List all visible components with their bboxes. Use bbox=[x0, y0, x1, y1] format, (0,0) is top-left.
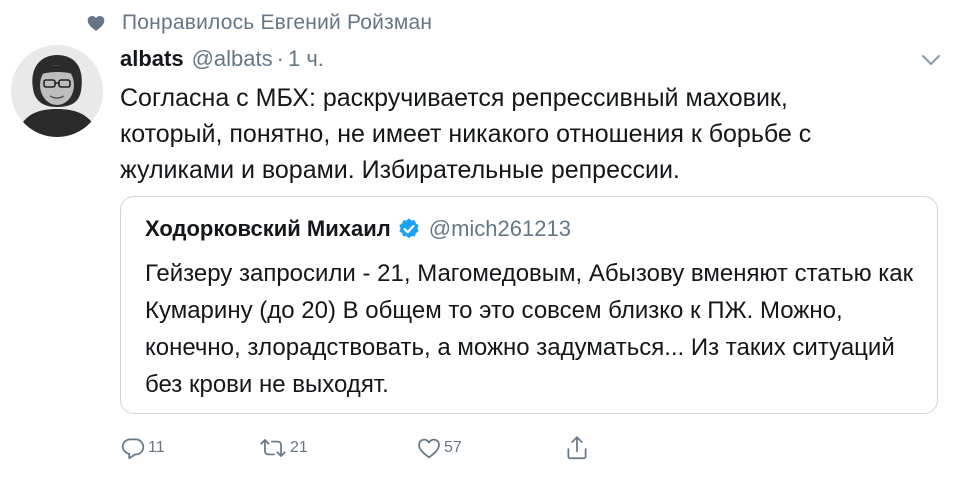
quote-header: Ходорковский Михаил @mich261213 bbox=[145, 213, 571, 245]
social-context: Понравилось Евгений Ройзман bbox=[86, 10, 432, 36]
verified-badge-icon bbox=[397, 217, 421, 241]
author-handle[interactable]: @albats bbox=[192, 46, 273, 72]
retweet-button[interactable]: 21 bbox=[258, 432, 308, 464]
retweet-count: 21 bbox=[290, 439, 308, 456]
separator-dot: · bbox=[276, 46, 284, 71]
like-count: 57 bbox=[444, 439, 462, 456]
reply-count: 11 bbox=[148, 439, 165, 456]
action-bar: 11 21 57 bbox=[120, 432, 620, 464]
quoted-tweet[interactable]: Ходорковский Михаил @mich261213 Гейзеру … bbox=[120, 196, 938, 414]
like-button[interactable]: 57 bbox=[416, 432, 462, 464]
heart-outline-icon bbox=[416, 435, 442, 461]
share-button[interactable] bbox=[564, 432, 590, 464]
quote-author-handle: @mich261213 bbox=[428, 216, 571, 241]
tweet-header: albats @albats · 1 ч. bbox=[120, 44, 324, 74]
quote-author-name: Ходорковский Михаил bbox=[145, 216, 391, 241]
author-name[interactable]: albats bbox=[120, 46, 184, 72]
quote-text: Гейзеру запросили - 21, Магомедовым, Абы… bbox=[145, 260, 914, 398]
avatar[interactable] bbox=[11, 45, 103, 137]
social-context-text[interactable]: Понравилось Евгений Ройзман bbox=[122, 11, 432, 35]
retweet-icon bbox=[258, 435, 288, 461]
chevron-down-icon[interactable] bbox=[918, 50, 944, 70]
heart-filled-icon bbox=[86, 13, 106, 33]
tweet-time[interactable]: 1 ч. bbox=[288, 46, 324, 72]
tweet-text: Согласна с МБХ: раскручивается репрессив… bbox=[120, 84, 812, 184]
share-icon bbox=[564, 434, 590, 462]
reply-icon bbox=[120, 435, 146, 461]
reply-button[interactable]: 11 bbox=[120, 432, 165, 464]
